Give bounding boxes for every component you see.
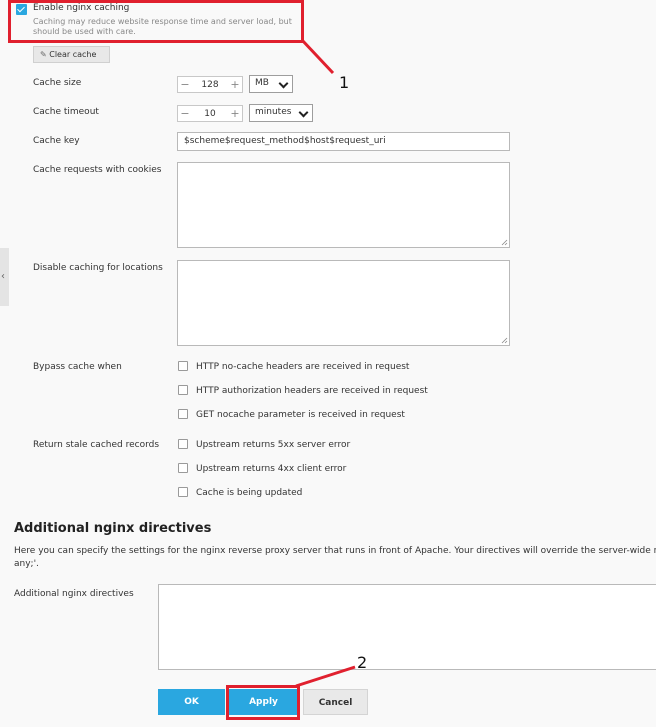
stale-records-label: Return stale cached records <box>33 440 160 450</box>
annotation-number-2: 2 <box>357 653 368 672</box>
cache-key-label: Cache key <box>33 136 80 146</box>
stale-updating-label: Cache is being updated <box>196 488 303 498</box>
bypass-authorization-checkbox[interactable] <box>178 385 188 395</box>
annotation-number-1: 1 <box>339 73 350 92</box>
stale-5xx-label: Upstream returns 5xx server error <box>196 440 351 450</box>
stale-4xx-label: Upstream returns 4xx client error <box>196 464 347 474</box>
cache-timeout-label: Cache timeout <box>33 107 99 117</box>
cache-timeout-stepper[interactable]: − 10 + <box>177 105 243 122</box>
cookies-label: Cache requests with cookies <box>33 165 162 175</box>
cache-size-stepper[interactable]: − 128 + <box>177 76 243 93</box>
chevron-left-icon: ‹ <box>1 271 5 282</box>
decrement-icon[interactable]: − <box>178 106 192 121</box>
cache-timeout-unit-value: minutes <box>255 107 292 117</box>
stale-4xx-checkbox[interactable] <box>178 463 188 473</box>
directives-heading: Additional nginx directives <box>14 521 212 536</box>
annotation-arrow-1 <box>300 38 335 75</box>
stale-5xx-checkbox[interactable] <box>178 439 188 449</box>
stale-updating-checkbox[interactable] <box>178 487 188 497</box>
bypass-cache-label: Bypass cache when <box>33 362 122 372</box>
annotation-arrow-2 <box>295 665 356 688</box>
increment-icon[interactable]: + <box>228 106 242 121</box>
bypass-nocache-param-checkbox[interactable] <box>178 409 188 419</box>
increment-icon[interactable]: + <box>228 77 242 92</box>
cache-key-input[interactable]: $scheme$request_method$host$request_uri <box>177 132 510 151</box>
cache-size-value[interactable]: 128 <box>192 80 228 90</box>
directives-description: Here you can specify the settings for th… <box>14 546 656 556</box>
bypass-nocache-param-label: GET nocache parameter is received in req… <box>196 410 405 420</box>
cache-key-value: $scheme$request_method$host$request_uri <box>184 136 386 146</box>
cookies-textarea[interactable] <box>177 162 510 248</box>
disable-locations-textarea[interactable] <box>177 260 510 346</box>
cache-size-unit-select[interactable]: MB <box>249 75 293 93</box>
cache-size-label: Cache size <box>33 78 82 88</box>
disable-locations-label: Disable caching for locations <box>33 263 163 273</box>
bypass-no-cache-label: HTTP no-cache headers are received in re… <box>196 362 410 372</box>
bypass-no-cache-checkbox[interactable] <box>178 361 188 371</box>
cache-size-unit-value: MB <box>255 78 269 88</box>
chevron-down-icon <box>278 78 289 89</box>
directives-field-label: Additional nginx directives <box>14 589 134 599</box>
decrement-icon[interactable]: − <box>178 77 192 92</box>
cache-timeout-unit-select[interactable]: minutes <box>249 104 313 122</box>
chevron-down-icon <box>298 107 309 118</box>
resize-grip-icon[interactable] <box>501 337 508 344</box>
cache-timeout-value[interactable]: 10 <box>192 109 228 119</box>
resize-grip-icon[interactable] <box>501 239 508 246</box>
directives-description-line2: any;'. <box>14 559 39 569</box>
bypass-authorization-label: HTTP authorization headers are received … <box>196 386 428 396</box>
sidebar-collapse-tab[interactable]: ‹ <box>0 248 9 306</box>
